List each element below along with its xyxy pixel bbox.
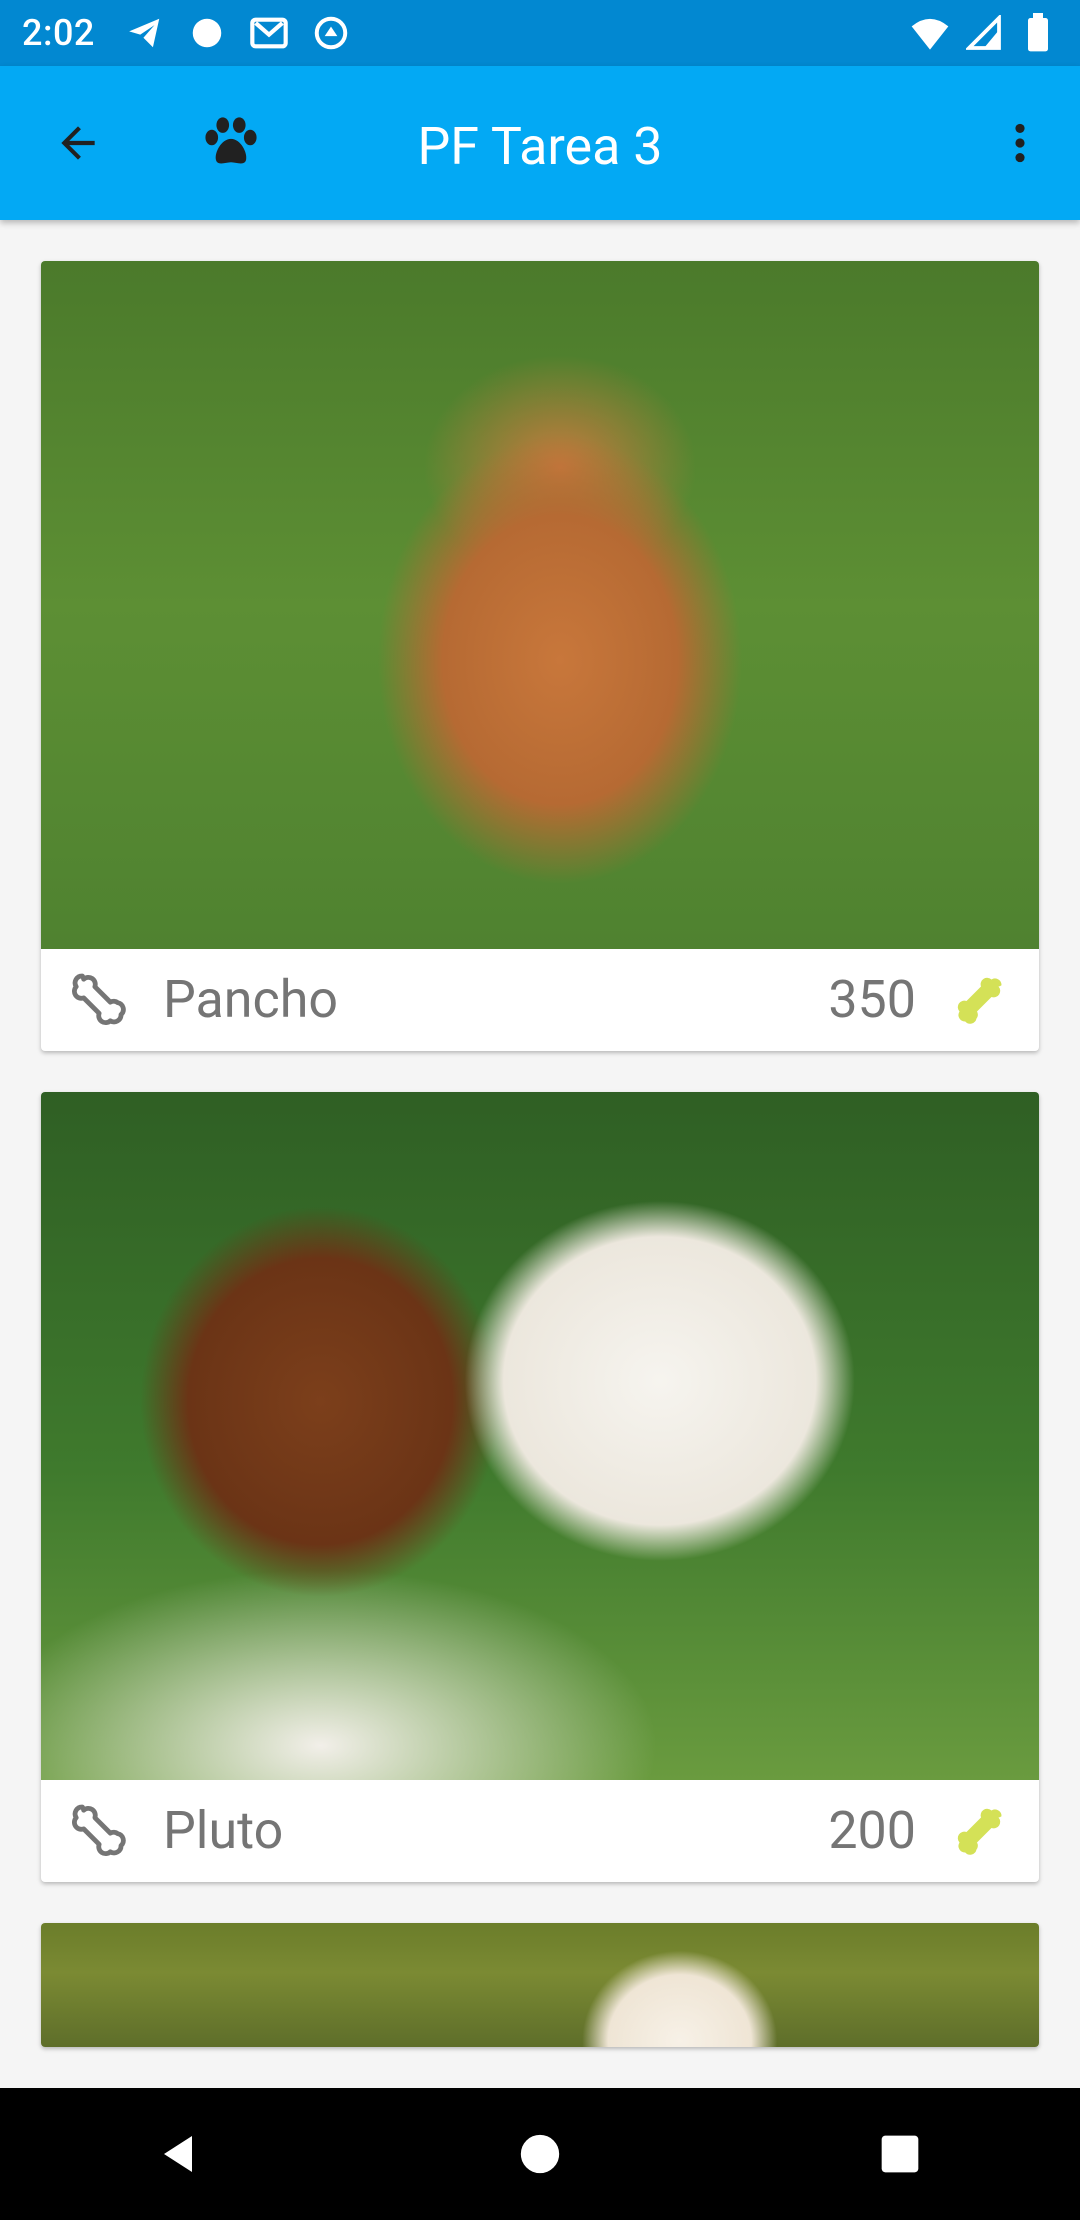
gmail-icon (249, 13, 289, 53)
signal-icon (964, 13, 1004, 53)
nav-back-button[interactable] (120, 2094, 240, 2214)
pet-photo[interactable] (41, 261, 1039, 949)
app-bar: PF Tarea 3 (0, 66, 1080, 220)
pet-rating: 350 (828, 969, 916, 1030)
circle-home-icon (520, 2134, 560, 2174)
status-time: 2:02 (22, 12, 95, 54)
pet-card-footer: Pancho 350 (41, 949, 1039, 1051)
status-bar: 2:02 (0, 0, 1080, 66)
favorites-button[interactable] (181, 93, 281, 193)
pet-card[interactable] (41, 1923, 1039, 2047)
bone-rating-icon (949, 1800, 1009, 1860)
paw-icon (205, 117, 257, 164)
page-title: PF Tarea 3 (417, 116, 663, 177)
nav-home-button[interactable] (480, 2094, 600, 2214)
pet-name: Pluto (163, 1800, 284, 1861)
more-vert-icon (1015, 123, 1025, 163)
bone-rating-icon (949, 969, 1009, 1029)
back-button[interactable] (28, 93, 128, 193)
bone-outline-icon[interactable] (65, 1799, 129, 1863)
pet-photo[interactable] (41, 1923, 1039, 2047)
wifi-icon (910, 13, 950, 53)
circle-icon (187, 13, 227, 53)
pet-rating: 200 (828, 1800, 916, 1861)
pet-card[interactable]: Pluto 200 (41, 1092, 1039, 1882)
pet-name: Pancho (163, 969, 339, 1030)
system-icons (910, 13, 1058, 53)
bone-outline-icon[interactable] (65, 968, 129, 1032)
pet-card-footer: Pluto 200 (41, 1780, 1039, 1882)
overflow-menu-button[interactable] (970, 93, 1070, 193)
triangle-back-icon (164, 2136, 192, 2172)
square-recents-icon (881, 2135, 919, 2173)
pet-card[interactable]: Pancho 350 (41, 261, 1039, 1051)
pet-list[interactable]: Pancho 350 Pluto 200 (0, 220, 1080, 2088)
battery-icon (1018, 13, 1058, 53)
telegram-icon (125, 13, 165, 53)
vpn-icon (311, 13, 351, 53)
nav-recents-button[interactable] (840, 2094, 960, 2214)
arrow-back-icon (61, 126, 95, 160)
pet-photo[interactable] (41, 1092, 1039, 1780)
notification-icons (125, 13, 351, 53)
navigation-bar (0, 2088, 1080, 2220)
